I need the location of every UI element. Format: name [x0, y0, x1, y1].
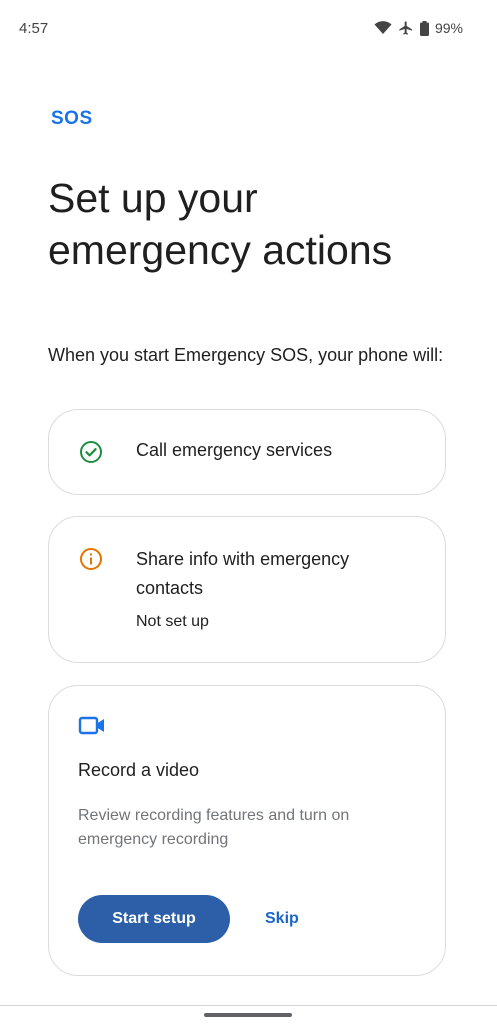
battery-icon: [419, 20, 429, 36]
airplane-icon: [398, 20, 414, 36]
video-camera-icon: [78, 715, 106, 742]
action-description: Review recording features and turn on em…: [78, 807, 350, 848]
check-circle-icon: [79, 440, 103, 469]
status-time: 4:57: [19, 20, 49, 37]
action-card-video: Record a video Review recording features…: [48, 685, 446, 976]
start-setup-button[interactable]: Start setup: [78, 895, 230, 943]
action-label: Call emergency services: [136, 440, 333, 460]
action-card-share[interactable]: Share info with emergency contacts Not s…: [48, 516, 446, 663]
skip-button[interactable]: Skip: [251, 895, 313, 943]
action-label: Share info with emergency contacts: [136, 549, 350, 598]
gesture-nav-handle[interactable]: [204, 1013, 292, 1017]
action-status: Not set up: [136, 613, 209, 630]
sos-badge: SOS: [51, 108, 93, 129]
info-icon: [79, 547, 103, 576]
action-card-call: Call emergency services: [48, 409, 446, 495]
status-icons: 99%: [374, 20, 463, 36]
status-bar: 4:57 99%: [0, 0, 497, 60]
bottom-divider: [0, 1005, 497, 1006]
intro-text: When you start Emergency SOS, your phone…: [48, 345, 444, 365]
page-title: Set up your emergency actions: [48, 175, 393, 273]
action-label: Record a video: [78, 760, 200, 780]
battery-percent: 99%: [434, 20, 463, 36]
wifi-icon: [374, 21, 392, 35]
